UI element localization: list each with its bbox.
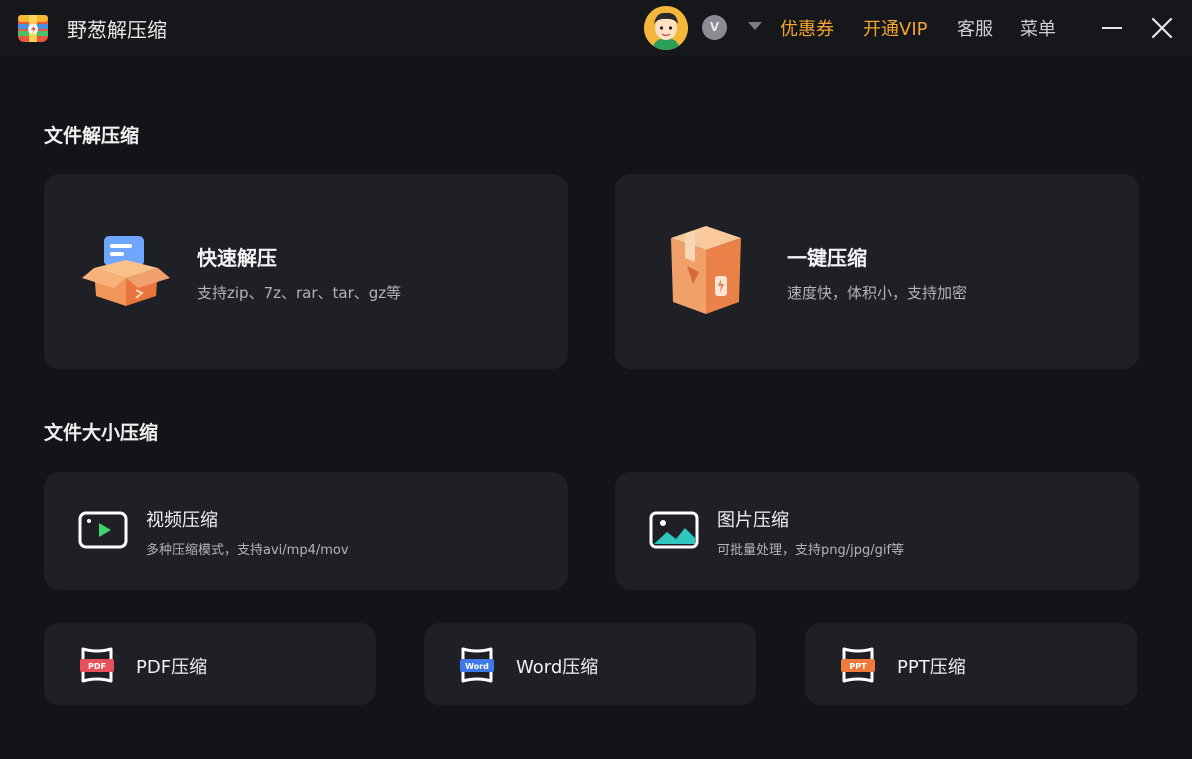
svg-text:PDF: PDF (88, 662, 106, 671)
title-bar: 野葱解压缩 V 优惠券 开通VIP 客服 菜单 (0, 0, 1192, 56)
one-click-compress-title: 一键压缩 (787, 246, 867, 270)
section-title-decompress: 文件解压缩 (44, 125, 140, 147)
section-title-size-compress: 文件大小压缩 (44, 422, 159, 444)
image-compress-title: 图片压缩 (717, 510, 789, 531)
menu-link[interactable]: 菜单 (1020, 15, 1056, 41)
image-compress-card[interactable]: 图片压缩 可批量处理，支持png/jpg/gif等 (615, 472, 1139, 590)
close-button[interactable] (1148, 14, 1176, 42)
vip-level-badge[interactable]: V (702, 15, 727, 40)
minimize-button[interactable] (1100, 14, 1124, 42)
one-click-compress-card[interactable]: 一键压缩 速度快，体积小，支持加密 (615, 174, 1139, 369)
quick-decompress-title: 快速解压 (197, 246, 277, 270)
coupon-link[interactable]: 优惠券 (780, 15, 834, 41)
word-file-icon: Word (457, 645, 497, 685)
app-logo-icon (16, 12, 50, 44)
video-compress-subtitle: 多种压缩模式，支持avi/mp4/mov (146, 543, 349, 558)
closed-box-icon (665, 222, 747, 318)
quick-decompress-subtitle: 支持zip、7z、rar、tar、gz等 (197, 284, 402, 302)
customer-service-link[interactable]: 客服 (957, 15, 993, 41)
ppt-file-icon: PPT (838, 645, 878, 685)
open-vip-link[interactable]: 开通VIP (863, 15, 927, 41)
video-compress-title: 视频压缩 (146, 510, 218, 531)
word-compress-title: Word压缩 (516, 657, 599, 678)
word-compress-card[interactable]: Word Word压缩 (424, 623, 756, 705)
account-dropdown-caret-icon[interactable] (748, 22, 762, 30)
one-click-compress-subtitle: 速度快，体积小，支持加密 (787, 284, 968, 302)
close-icon (1151, 17, 1173, 39)
pdf-compress-card[interactable]: PDF PDF压缩 (44, 623, 376, 705)
pdf-file-icon: PDF (77, 645, 117, 685)
quick-decompress-card[interactable]: 快速解压 支持zip、7z、rar、tar、gz等 (44, 174, 568, 369)
svg-text:Word: Word (465, 662, 489, 671)
image-compress-subtitle: 可批量处理，支持png/jpg/gif等 (717, 543, 905, 558)
open-box-icon (80, 232, 172, 310)
ppt-compress-title: PPT压缩 (897, 657, 966, 678)
image-icon (649, 510, 699, 550)
user-avatar[interactable] (644, 6, 688, 50)
pdf-compress-title: PDF压缩 (136, 657, 208, 678)
video-compress-card[interactable]: 视频压缩 多种压缩模式，支持avi/mp4/mov (44, 472, 568, 590)
svg-text:PPT: PPT (849, 662, 867, 671)
app-title: 野葱解压缩 (67, 18, 167, 42)
ppt-compress-card[interactable]: PPT PPT压缩 (805, 623, 1137, 705)
video-icon (78, 510, 128, 550)
